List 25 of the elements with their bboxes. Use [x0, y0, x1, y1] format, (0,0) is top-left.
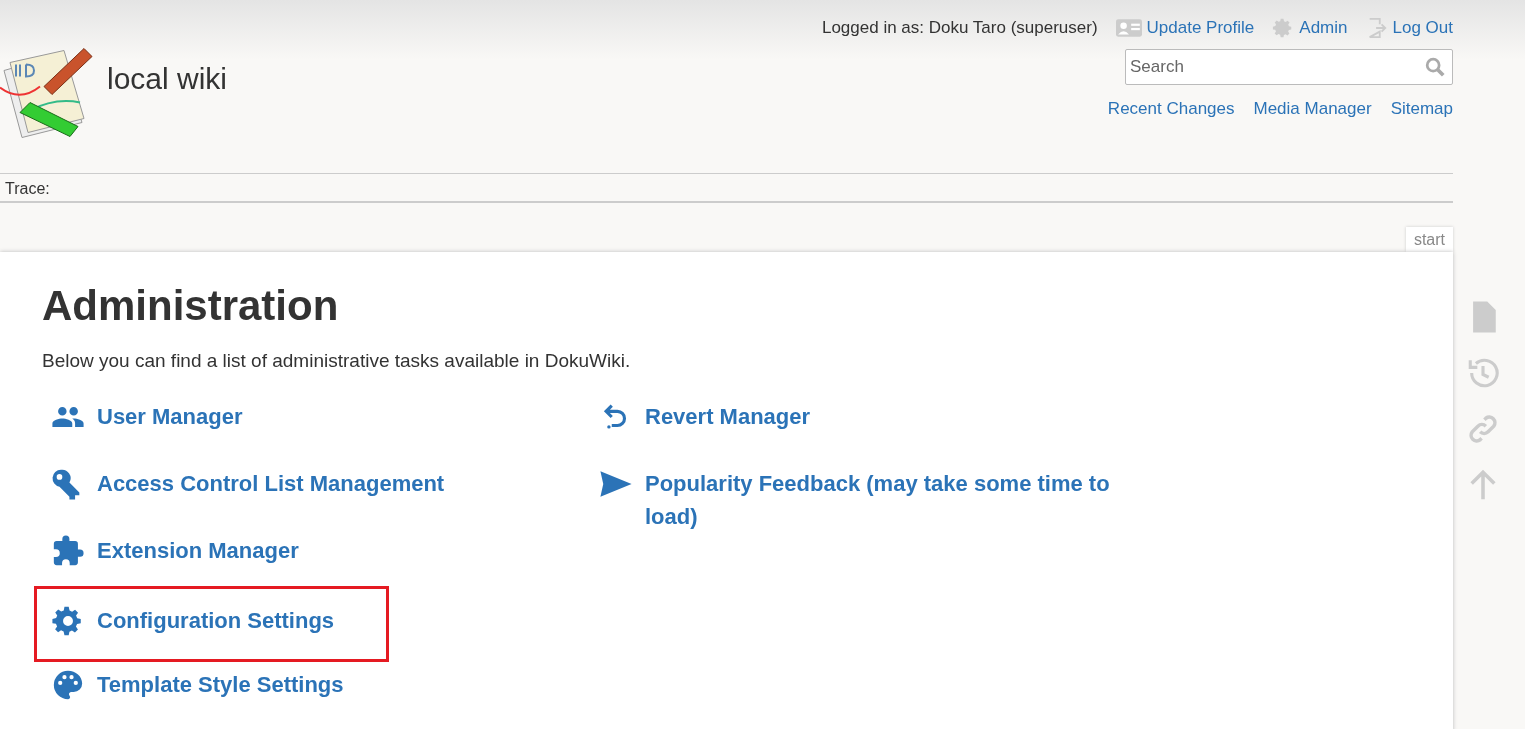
trace-label: Trace:: [5, 180, 50, 197]
search-field[interactable]: Search: [1125, 49, 1453, 85]
admin-task-link[interactable]: Popularity Feedback (may take some time to load): [645, 467, 1121, 533]
link-icon[interactable]: [1466, 412, 1500, 446]
intro-text: Below you can find a list of administrative tasks available in DokuWiki.: [42, 350, 632, 372]
search-icon[interactable]: [1424, 56, 1446, 78]
admin-task-link[interactable]: User Manager: [97, 400, 243, 433]
admin-task-link[interactable]: Revert Manager: [645, 400, 811, 433]
palette-icon: [51, 668, 85, 702]
user-info: Logged in as: Doku Taro (superuser): [821, 18, 1098, 38]
user-tool-link[interactable]: Update Profile: [1115, 18, 1255, 38]
admin-task-link[interactable]: Extension Manager: [97, 534, 299, 567]
history-icon[interactable]: [1466, 356, 1500, 390]
page-heading: Administration: [42, 282, 340, 330]
site-tool-link[interactable]: Recent Changes: [1107, 99, 1235, 119]
admin-task-link[interactable]: Access Control List Management: [97, 467, 445, 500]
id-card-icon: [1115, 19, 1142, 37]
admin-task-link[interactable]: Template Style Settings: [97, 668, 344, 701]
admin-task-link[interactable]: Configuration Settings: [97, 604, 335, 637]
puzzle-icon: [51, 534, 85, 568]
user-tool-link[interactable]: Log Out: [1365, 17, 1453, 39]
site-tool-link[interactable]: Sitemap: [1390, 99, 1453, 119]
site-tool-link[interactable]: Media Manager: [1253, 99, 1372, 119]
user-tool-link[interactable]: Admin: [1272, 17, 1348, 39]
site-title[interactable]: local wiki: [107, 62, 228, 96]
